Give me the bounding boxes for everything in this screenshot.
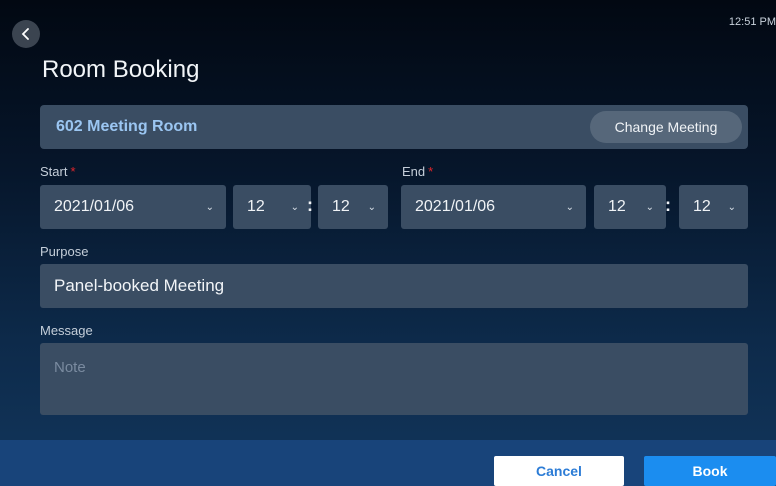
purpose-value: Panel-booked Meeting bbox=[54, 276, 225, 295]
start-minute-value: 12 bbox=[332, 198, 350, 215]
message-field[interactable]: Note bbox=[40, 343, 748, 415]
end-minute-value: 12 bbox=[693, 198, 711, 215]
back-button[interactable] bbox=[12, 20, 40, 48]
start-hour-value: 12 bbox=[247, 198, 265, 215]
start-label: Start * bbox=[40, 164, 76, 179]
required-marker: * bbox=[428, 164, 434, 179]
chevron-down-icon: ⌄ bbox=[367, 201, 376, 213]
end-hour-value: 12 bbox=[608, 198, 626, 215]
chevron-down-icon: ⌄ bbox=[290, 201, 299, 213]
book-button[interactable]: Book bbox=[644, 456, 776, 486]
purpose-label: Purpose bbox=[40, 244, 89, 259]
start-hour-select[interactable]: 12 ⌄ bbox=[233, 185, 311, 229]
chevron-left-icon bbox=[21, 28, 29, 40]
time-separator: : bbox=[307, 195, 313, 215]
chevron-down-icon: ⌄ bbox=[205, 201, 214, 213]
start-minute-select[interactable]: 12 ⌄ bbox=[318, 185, 388, 229]
end-label: End * bbox=[402, 164, 434, 179]
start-date-select[interactable]: 2021/01/06 ⌄ bbox=[40, 185, 226, 229]
change-meeting-button[interactable]: Change Meeting bbox=[590, 111, 742, 143]
required-marker: * bbox=[70, 164, 76, 179]
chevron-down-icon: ⌄ bbox=[727, 201, 736, 213]
room-bar: 602 Meeting Room Change Meeting bbox=[40, 105, 748, 149]
time-separator: : bbox=[665, 195, 671, 215]
end-minute-select[interactable]: 12 ⌄ bbox=[679, 185, 748, 229]
end-date-select[interactable]: 2021/01/06 ⌄ bbox=[401, 185, 586, 229]
room-name: 602 Meeting Room bbox=[56, 118, 198, 135]
start-date-value: 2021/01/06 bbox=[54, 198, 135, 215]
message-label: Message bbox=[40, 323, 93, 338]
chevron-down-icon: ⌄ bbox=[565, 201, 574, 213]
chevron-down-icon: ⌄ bbox=[645, 201, 654, 213]
purpose-field[interactable]: Panel-booked Meeting bbox=[40, 264, 748, 308]
end-hour-select[interactable]: 12 ⌄ bbox=[594, 185, 666, 229]
cancel-button[interactable]: Cancel bbox=[494, 456, 624, 486]
status-time: 12:51 PM bbox=[728, 16, 776, 28]
message-placeholder: Note bbox=[54, 359, 86, 376]
end-date-value: 2021/01/06 bbox=[415, 198, 496, 215]
page-title: Room Booking bbox=[42, 56, 200, 83]
